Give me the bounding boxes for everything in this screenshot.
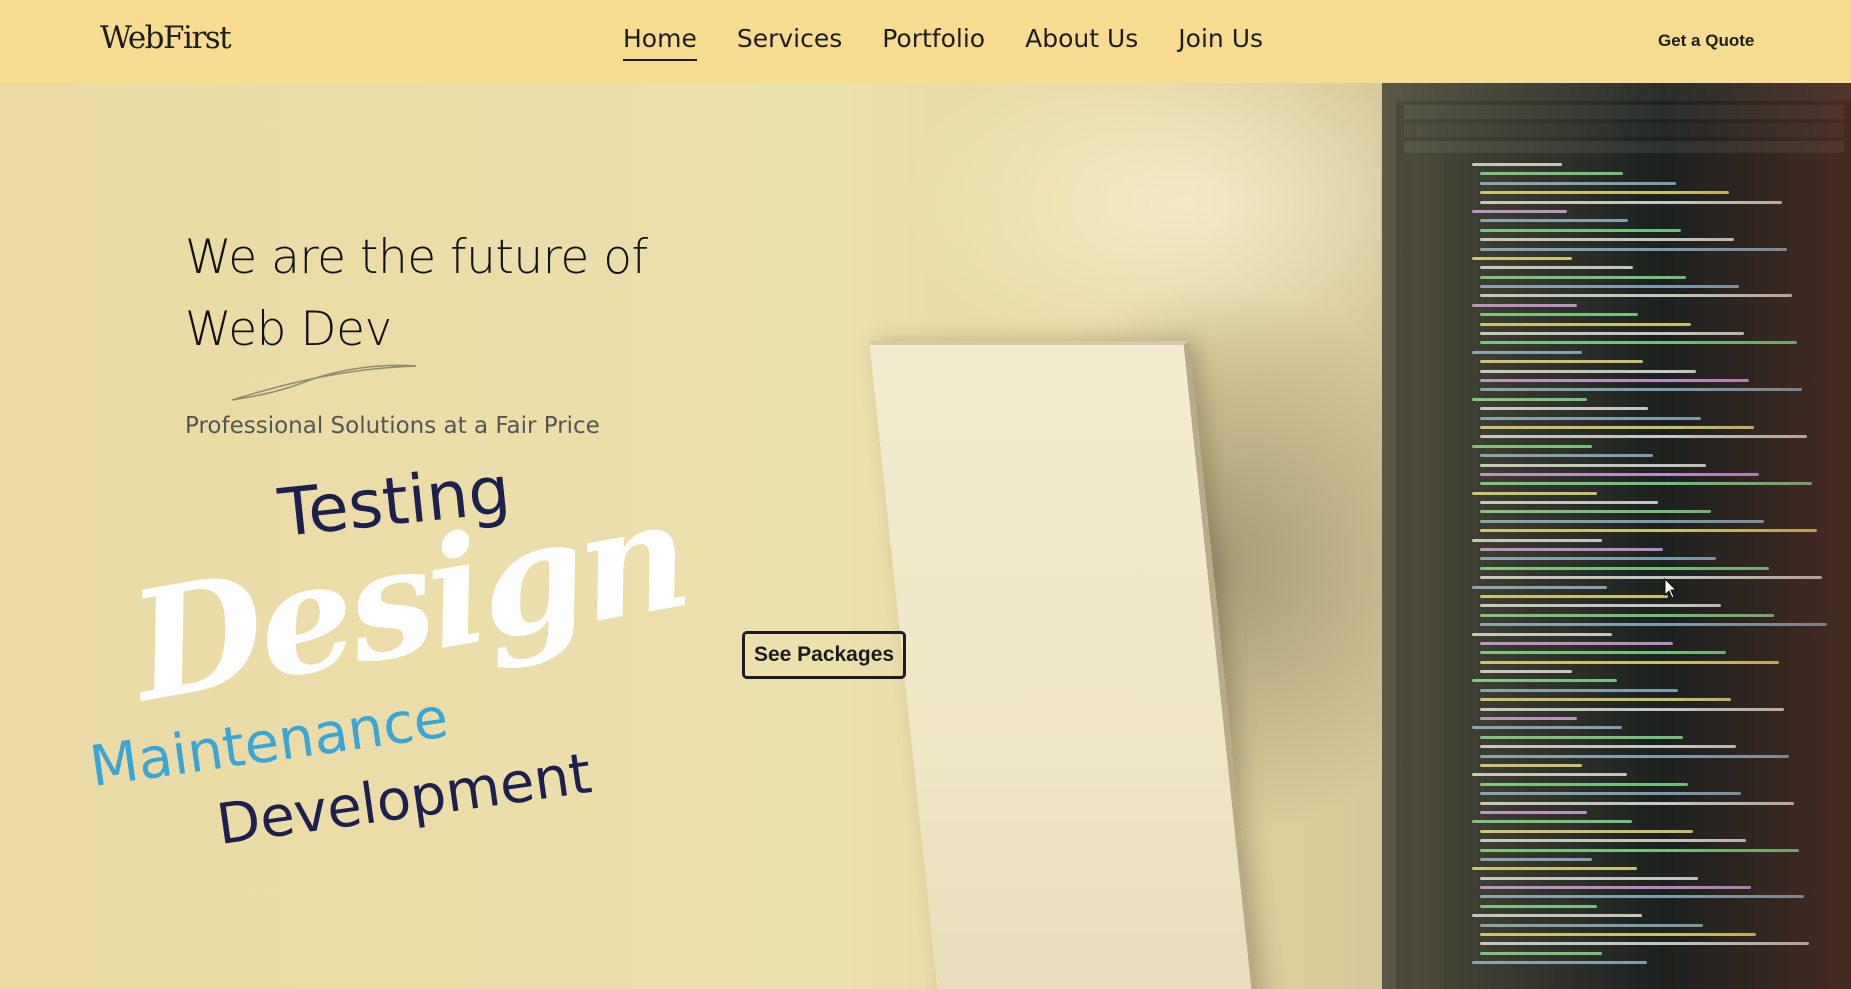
nav-item-portfolio[interactable]: Portfolio [882,24,985,61]
monitor-tint [1382,83,1851,989]
hero-headline-line-1: We are the future of [185,230,648,285]
nav-item-home[interactable]: Home [623,24,697,61]
site-logo[interactable]: WebFirst [100,20,232,56]
get-a-quote-link[interactable]: Get a Quote [1658,31,1754,51]
main-nav: Home Services Portfolio About Us Join Us [623,24,1303,61]
nav-item-services[interactable]: Services [737,24,842,61]
hero-subhead: Professional Solutions at a Fair Price [185,413,600,439]
hero-headline-line-2: Web Dev [185,302,392,357]
monitor-photo [1382,83,1851,989]
nav-item-about-us[interactable]: About Us [1025,24,1138,61]
hero-headline: We are the future of Web Dev [185,222,745,366]
see-packages-button[interactable]: See Packages [742,631,906,679]
nav-item-join-us[interactable]: Join Us [1178,24,1263,61]
flourish-decoration [231,364,417,401]
mouse-cursor-icon [1664,578,1678,599]
site-header: WebFirst Home Services Portfolio About U… [0,0,1851,83]
